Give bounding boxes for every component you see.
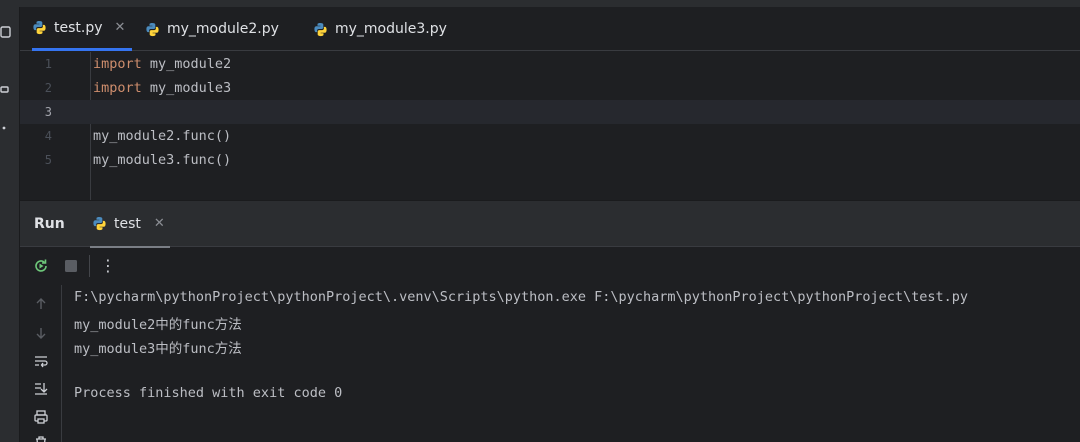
tab-my-module2-py[interactable]: my_module2.py <box>145 7 295 51</box>
line-number: 1 <box>44 57 52 71</box>
line-number: 4 <box>44 129 52 143</box>
more-tools-icon[interactable] <box>0 122 12 134</box>
code-editor[interactable]: 1 import my_module2 2 import my_module3 … <box>20 52 1080 200</box>
code-text: my_module3.func() <box>93 152 232 168</box>
line-number: 3 <box>44 105 52 119</box>
console-line: my_module2中的func方法 <box>74 317 242 333</box>
structure-tool-icon[interactable] <box>0 83 12 95</box>
tab-label: test.py <box>54 19 103 36</box>
close-tab-icon[interactable]: ✕ <box>115 20 126 35</box>
code-line[interactable]: 2 import my_module3 <box>20 76 1080 100</box>
keyword: import <box>93 56 142 72</box>
rerun-icon[interactable] <box>32 257 50 275</box>
python-run-icon <box>93 216 106 231</box>
project-tool-icon[interactable] <box>0 26 12 38</box>
run-tab-test[interactable]: test ✕ <box>90 201 170 248</box>
line-number: 2 <box>44 81 52 95</box>
run-panel-header: Run test ✕ <box>20 200 1080 248</box>
title-bar-strip <box>0 0 1080 7</box>
keyword: import <box>93 80 142 96</box>
line-number: 5 <box>44 153 52 167</box>
stop-icon[interactable] <box>62 257 80 275</box>
code-rest: my_module3 <box>141 80 232 96</box>
console-side-tools <box>20 285 62 442</box>
soft-wrap-icon[interactable] <box>33 353 49 369</box>
python-file-icon <box>146 22 159 36</box>
code-line-current[interactable]: 3 <box>20 100 1080 124</box>
console-line-command: F:\pycharm\pythonProject\pythonProject\.… <box>74 289 969 305</box>
more-actions-icon[interactable]: ⋮ <box>100 256 116 275</box>
close-run-tab-icon[interactable]: ✕ <box>154 216 165 231</box>
run-panel-title: Run <box>34 216 65 232</box>
code-text: import my_module3 <box>93 76 231 100</box>
code-line[interactable]: 5 my_module3.func() <box>20 148 1080 172</box>
code-line[interactable]: 4 my_module2.func() <box>20 124 1080 148</box>
editor-tab-bar: test.py ✕ my_module2.py my_module3.py <box>20 7 1080 51</box>
console-line-exit: Process finished with exit code 0 <box>74 385 343 401</box>
run-tab-label: test <box>114 215 141 232</box>
arrow-up-icon[interactable] <box>33 296 49 312</box>
run-toolbar: ⋮ <box>20 248 1080 284</box>
console-output[interactable]: F:\pycharm\pythonProject\pythonProject\.… <box>62 285 1080 442</box>
code-rest: my_module2 <box>141 56 232 72</box>
delete-icon[interactable] <box>33 435 49 442</box>
tab-my-module3-py[interactable]: my_module3.py <box>313 7 463 51</box>
code-text: import my_module2 <box>93 52 231 76</box>
code-text: my_module2.func() <box>93 128 232 144</box>
left-tool-strip <box>0 7 20 442</box>
python-file-icon <box>33 20 46 35</box>
python-file-icon <box>314 22 327 36</box>
code-line[interactable]: 1 import my_module2 <box>20 52 1080 76</box>
console-line: my_module3中的func方法 <box>74 341 242 357</box>
scroll-to-end-icon[interactable] <box>33 381 49 397</box>
arrow-down-icon[interactable] <box>33 325 49 341</box>
print-icon[interactable] <box>33 409 49 425</box>
toolbar-separator <box>89 255 90 277</box>
tab-label: my_module3.py <box>335 21 447 37</box>
tab-label: my_module2.py <box>167 21 279 37</box>
tab-test-py[interactable]: test.py ✕ <box>32 7 132 51</box>
